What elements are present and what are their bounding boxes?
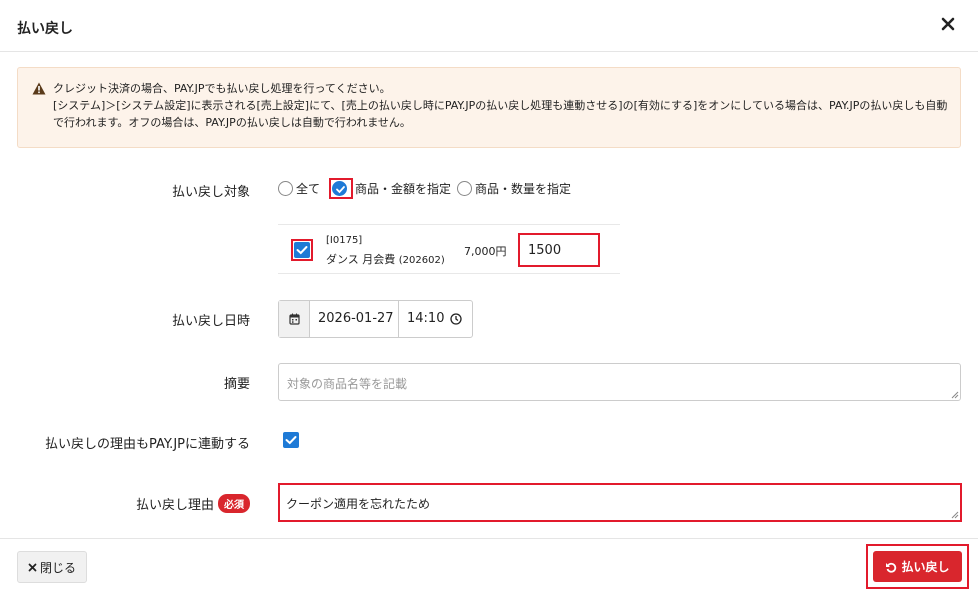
warning-icon (32, 82, 46, 95)
time-input[interactable]: 14:10 (399, 301, 472, 337)
reason-textarea[interactable]: クーポン適用を忘れたため (278, 483, 962, 522)
sync-label: 払い戻しの理由もPAY.JPに連動する (44, 437, 250, 452)
radio-option-amount-label[interactable]: 商品・金額を指定 (355, 180, 451, 197)
resize-handle-icon[interactable] (951, 511, 959, 519)
radio-all-label: 全て (296, 181, 321, 196)
sync-checkbox[interactable] (283, 432, 299, 448)
dialog-title: 払い戻し (17, 21, 73, 37)
radio-option-all[interactable]: 全て (278, 180, 320, 197)
alert-body: [システム]＞[システム設定]に表示される[売上設定]にて、[売上の払い戻し時に… (53, 99, 948, 129)
time-value: 14:10 (407, 311, 445, 326)
dialog-header: 払い戻し (0, 0, 978, 52)
required-badge: 必須 (218, 494, 250, 513)
clock-icon (450, 313, 462, 325)
check-icon (336, 185, 345, 193)
close-icon (28, 563, 37, 571)
resize-handle-icon[interactable] (951, 391, 959, 399)
reason-label-wrap: 払い戻し理由 必須 (136, 494, 250, 513)
radio-option-quantity[interactable]: 商品・数量を指定 (457, 180, 571, 197)
datetime-group: 2026-01-27 14:10 (278, 300, 473, 338)
memo-textarea[interactable]: 対象の商品名等を記載 (278, 363, 961, 401)
item-price: 7,000円 (464, 245, 507, 258)
refund-dialog: 払い戻し クレジット決済の場合、PAY.JPでも払い戻し処理を行ってください。 … (0, 0, 978, 598)
radio-amount[interactable] (332, 180, 348, 196)
refund-button-label: 払い戻し (901, 560, 950, 574)
item-code: [I0175] (326, 235, 363, 246)
refund-button-highlight: 払い戻し (866, 544, 969, 589)
date-input[interactable]: 2026-01-27 (310, 301, 399, 337)
calendar-icon[interactable] (279, 301, 310, 337)
reason-label: 払い戻し理由 (135, 498, 214, 513)
close-button-label: 閉じる (39, 560, 76, 575)
target-label: 払い戻し対象 (171, 185, 250, 200)
item-name: ダンス 月会費 (326, 253, 396, 266)
memo-placeholder: 対象の商品名等を記載 (287, 377, 408, 391)
radio-amount-highlight (329, 177, 354, 199)
refund-button[interactable]: 払い戻し (873, 551, 962, 582)
alert-line1: クレジット決済の場合、PAY.JPでも払い戻し処理を行ってください。 (53, 82, 391, 95)
radio-quantity-label: 商品・数量を指定 (475, 181, 572, 196)
check-icon (285, 436, 297, 445)
close-icon[interactable] (938, 14, 958, 34)
amount-value: 1500 (528, 243, 562, 258)
reason-value: クーポン適用を忘れたため (286, 497, 431, 511)
undo-icon (886, 562, 897, 573)
refund-item-row: [I0175] ダンス 月会費 (202602) 7,000円 1500 (278, 224, 620, 274)
item-period: (202602) (398, 255, 445, 266)
item-checkbox[interactable] (294, 242, 310, 258)
item-name-wrap: ダンス 月会費 (202602) (326, 251, 445, 267)
radio-all[interactable] (278, 180, 293, 196)
item-checkbox-highlight (291, 239, 313, 261)
target-radio-group: 全て 商品・金額を指定 商品・数量を指定 (278, 177, 577, 199)
warning-alert: クレジット決済の場合、PAY.JPでも払い戻し処理を行ってください。 [システム… (17, 67, 961, 148)
footer-divider (0, 538, 978, 539)
radio-amount-label: 商品・金額を指定 (355, 181, 452, 196)
close-button[interactable]: 閉じる (17, 551, 87, 583)
amount-input[interactable]: 1500 (518, 233, 600, 267)
check-icon (296, 246, 308, 255)
radio-quantity[interactable] (457, 180, 473, 196)
date-label: 払い戻し日時 (171, 314, 250, 329)
memo-label: 摘要 (223, 377, 250, 392)
